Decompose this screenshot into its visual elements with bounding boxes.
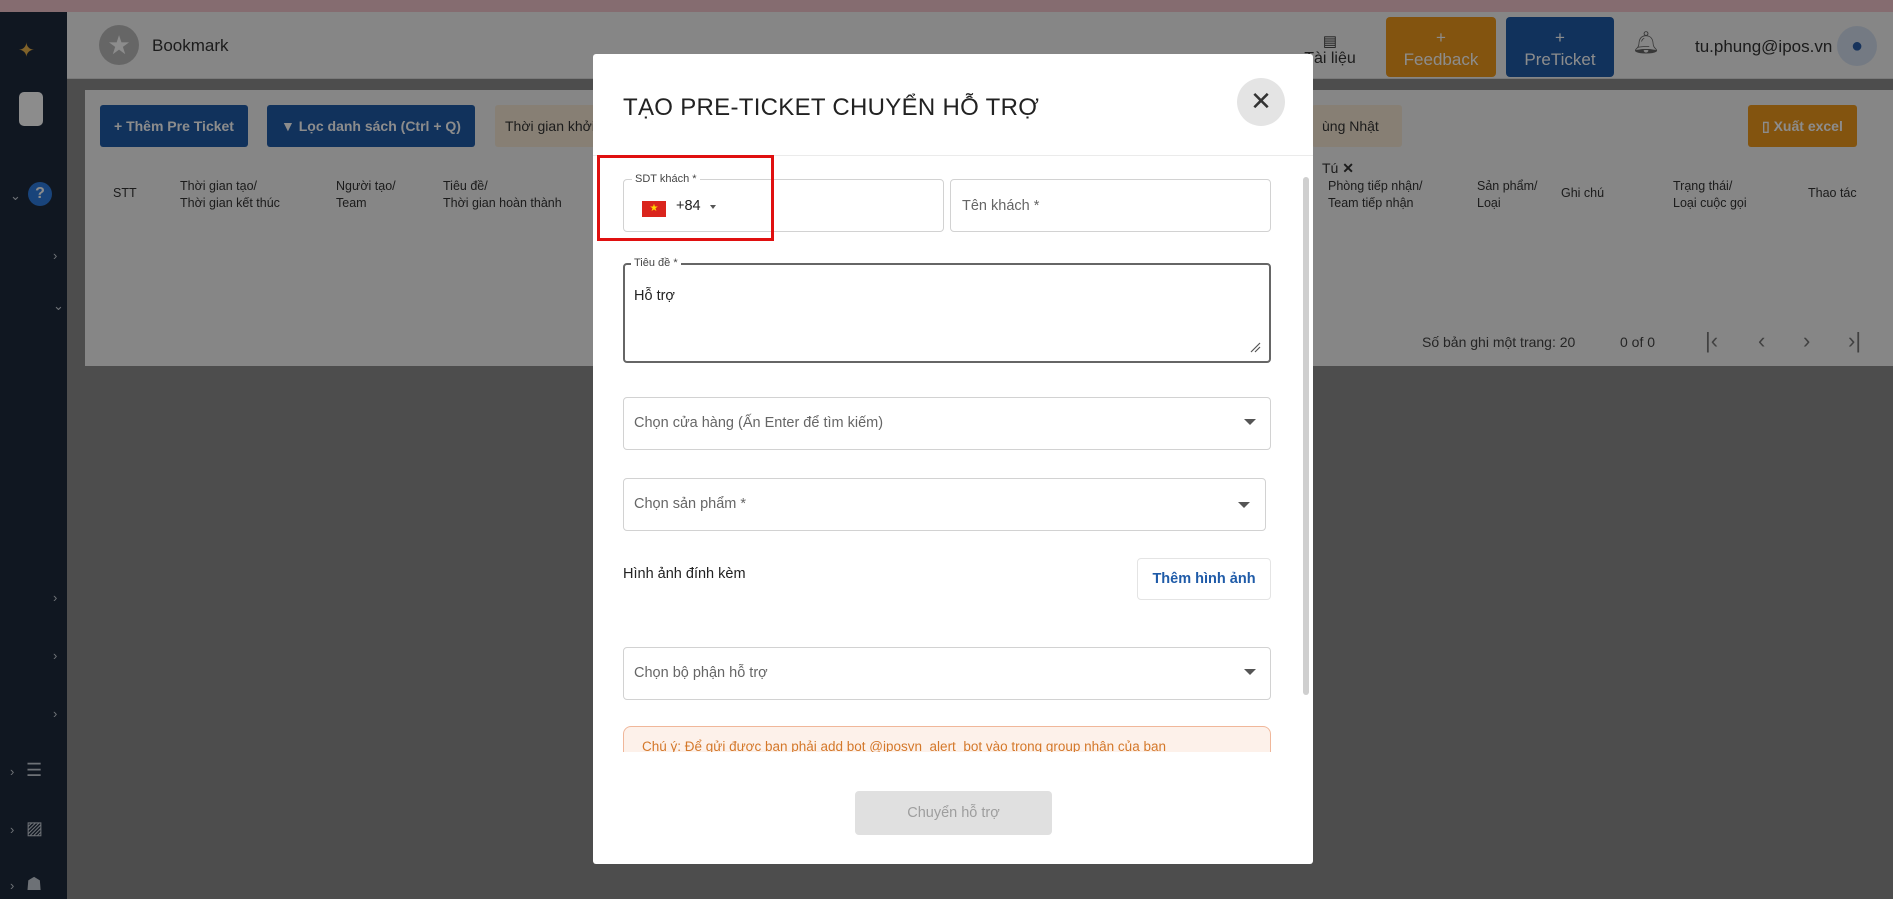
product-select-placeholder: Chọn sản phẩm * [634,496,747,512]
store-select[interactable]: Chọn cửa hàng (Ấn Enter để tìm kiếm) [623,397,1271,450]
warning-note: Chú ý: Để gửi được bạn phải add bot @ipo… [623,726,1271,752]
highlight-box [597,155,774,241]
customer-name-field[interactable]: Tên khách * [950,179,1271,232]
close-button[interactable]: ✕ [1237,78,1285,126]
chevron-down-icon [1244,669,1256,675]
department-select-placeholder: Chọn bộ phận hỗ trợ [634,665,768,681]
store-select-placeholder: Chọn cửa hàng (Ấn Enter để tìm kiếm) [634,415,884,431]
chevron-down-icon [1244,419,1256,425]
submit-button[interactable]: Chuyển hỗ trợ [855,791,1052,835]
department-select[interactable]: Chọn bộ phận hỗ trợ [623,647,1271,700]
resize-handle-icon[interactable] [1249,341,1261,353]
add-image-button[interactable]: Thêm hình ảnh [1137,558,1271,600]
close-icon: ✕ [1250,86,1272,116]
subject-value: Hỗ trợ [634,288,675,304]
product-select[interactable]: Chọn sản phẩm * [623,478,1266,531]
attachments-label: Hình ảnh đính kèm [623,566,746,582]
modal-title: TẠO PRE-TICKET CHUYỂN HỖ TRỢ [623,94,1040,121]
chevron-down-icon [1238,502,1250,508]
create-preticket-modal: TẠO PRE-TICKET CHUYỂN HỖ TRỢ ✕ SDT khách… [593,54,1313,864]
customer-name-placeholder: Tên khách * [962,198,1040,214]
scrollbar[interactable] [1303,177,1309,695]
subject-label: Tiêu đề * [631,257,681,269]
subject-textarea[interactable]: Tiêu đề * Hỗ trợ [623,257,1271,363]
